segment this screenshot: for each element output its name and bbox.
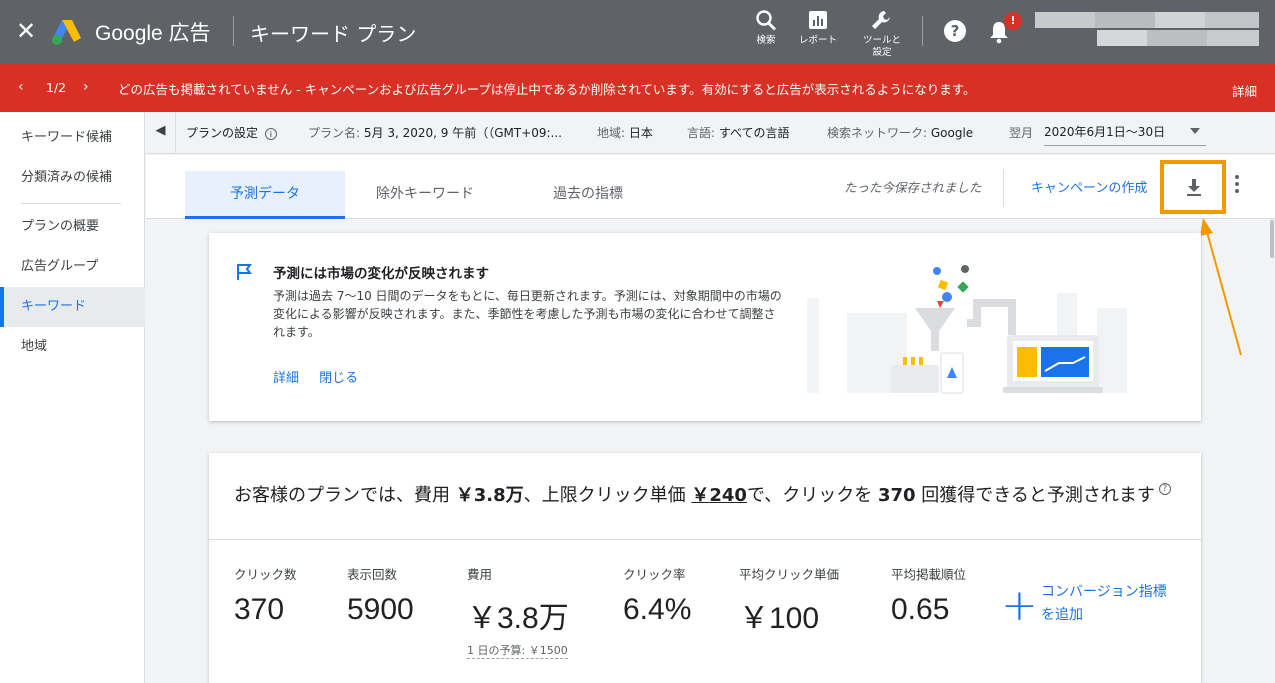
help-icon[interactable]: ? (1158, 483, 1171, 495)
info-detail-link[interactable]: 詳細 (273, 371, 299, 386)
card-divider (209, 539, 1201, 540)
metric-impressions[interactable]: 表示回数 5900 (347, 564, 414, 627)
sidebar-item-ad-groups[interactable]: 広告グループ (0, 247, 145, 287)
reports-button[interactable]: レポート (795, 8, 841, 47)
period-label: 翌月 (1009, 126, 1034, 140)
sidebar-nav: キーワード候補 分類済みの候補 プランの概要 広告グループ キーワード 地域 (0, 112, 145, 683)
sidebar-item-keyword-ideas[interactable]: キーワード候補 (0, 118, 145, 158)
help-icon[interactable]: ? (944, 20, 966, 42)
sidebar-item-plan-overview[interactable]: プランの概要 (0, 207, 145, 247)
metric-avg-cpc[interactable]: 平均クリック単価 ￥100 (739, 564, 839, 637)
headline-clicks: 370 (877, 485, 916, 506)
create-campaign-button[interactable]: キャンペーンの作成 (1031, 177, 1147, 196)
tools-label: ツールと設定 (862, 35, 901, 58)
info-card-body: 予測は過去 7〜10 日間のデータをもとに、毎日更新されます。予測には、対象期間… (273, 289, 782, 339)
alert-counter: 1/2 (46, 80, 67, 95)
search-icon (756, 10, 776, 31)
wrench-icon (872, 11, 890, 29)
sidebar-item-locations[interactable]: 地域 (0, 327, 145, 367)
date-range-value: 2020年6月1日〜30日 (1044, 125, 1166, 139)
plan-settings-label[interactable]: プランの設定 i (186, 124, 277, 141)
info-icon: i (264, 128, 277, 140)
tab-negative-keywords[interactable]: 除外キーワード (345, 171, 505, 219)
header-divider (233, 16, 234, 46)
reports-label: レポート (798, 35, 837, 46)
more-vert-icon[interactable] (1234, 175, 1240, 197)
headline-cost: ￥3.8万 (455, 485, 524, 506)
metric-cost[interactable]: 費用 ￥3.8万 (467, 564, 569, 637)
toolbar-divider (922, 16, 923, 46)
forecast-info-card: 予測には市場の変化が反映されます 予測は過去 7〜10 日間のデータをもとに、毎… (209, 233, 1201, 421)
metric-avg-position[interactable]: 平均掲載順位 0.65 (891, 564, 966, 627)
download-icon (1187, 179, 1201, 196)
metric-clicks[interactable]: クリック数 370 (234, 564, 297, 627)
tab-forecast[interactable]: 予測データ (185, 171, 345, 219)
tabs-row: 予測データ 除外キーワード 過去の指標 たった今保存されました キャンペーンの作… (146, 155, 1275, 219)
language-setting[interactable]: 言語: すべての言語 (687, 124, 790, 141)
alert-message: どの広告も掲載されていません - キャンペーンおよび広告グループは停止中であるか… (118, 82, 976, 97)
page-title: キーワード プラン (250, 22, 417, 46)
tab-historical-metrics[interactable]: 過去の指標 (508, 171, 668, 219)
search-button[interactable]: 検索 (752, 8, 780, 47)
account-info-blurred[interactable] (1035, 12, 1259, 46)
sidebar-item-keywords[interactable]: キーワード (0, 287, 145, 327)
tools-settings-button[interactable]: ツールと設定 (858, 8, 906, 59)
chevron-right-icon[interactable]: › (83, 79, 89, 95)
market-forecast-illustration (807, 265, 1127, 394)
add-conversion-metrics-button[interactable]: コンバージョン指標 を追加 (1041, 581, 1167, 627)
forecast-headline: お客様のプランでは、費用 ￥3.8万、上限クリック単価 ￥240で、クリックを … (234, 481, 1171, 507)
brand-name[interactable]: Google 広告 (95, 17, 211, 47)
add-icon[interactable]: + (1001, 584, 1038, 628)
bar-chart-icon (809, 11, 827, 29)
tabs-divider (1003, 169, 1004, 207)
chevron-left-icon[interactable]: ‹ (18, 79, 24, 95)
date-range-dropdown[interactable]: 2020年6月1日〜30日 (1044, 120, 1206, 146)
headline-max-cpc[interactable]: ￥240 (691, 485, 747, 506)
info-card-title: 予測には市場の変化が反映されます (273, 266, 489, 282)
search-label: 検索 (756, 35, 776, 46)
daily-budget-link[interactable]: 1 日の予算: ￥1500 (467, 642, 568, 659)
download-button[interactable] (1160, 160, 1226, 214)
plan-settings-bar: ◀ プランの設定 i プラン名: 5月 3, 2020, 9 午前（（GMT+0… (146, 112, 1275, 154)
save-status: たった今保存されました (844, 180, 982, 195)
collapse-sidebar-button[interactable]: ◀ (146, 112, 176, 154)
notification-badge: ! (1004, 12, 1022, 30)
network-setting[interactable]: 検索ネットワーク: Google (827, 124, 973, 141)
forecast-summary-card: お客様のプランでは、費用 ￥3.8万、上限クリック単価 ￥240で、クリックを … (209, 453, 1201, 683)
scrollbar-thumb[interactable] (1270, 220, 1274, 258)
alert-detail-link[interactable]: 詳細 (1232, 81, 1257, 100)
flag-icon (237, 264, 252, 280)
alert-banner: ‹ 1/2 › どの広告も掲載されていません - キャンペーンおよび広告グループ… (0, 64, 1275, 112)
dropdown-arrow-icon (1190, 128, 1200, 134)
metric-ctr[interactable]: クリック率 6.4% (623, 564, 691, 627)
close-icon[interactable]: ✕ (16, 18, 36, 44)
google-ads-logo-icon (52, 20, 81, 45)
plan-name-setting[interactable]: プラン名: 5月 3, 2020, 9 午前（（GMT+09:... (308, 124, 562, 141)
top-app-bar: ✕ Google 広告 キーワード プラン 検索 レポート ツールと設定 ? ! (0, 0, 1275, 64)
sidebar-divider (21, 203, 121, 204)
info-close-link[interactable]: 閉じる (319, 371, 358, 386)
region-setting[interactable]: 地域: 日本 (597, 124, 653, 141)
sidebar-item-grouped-ideas[interactable]: 分類済みの候補 (0, 158, 145, 198)
